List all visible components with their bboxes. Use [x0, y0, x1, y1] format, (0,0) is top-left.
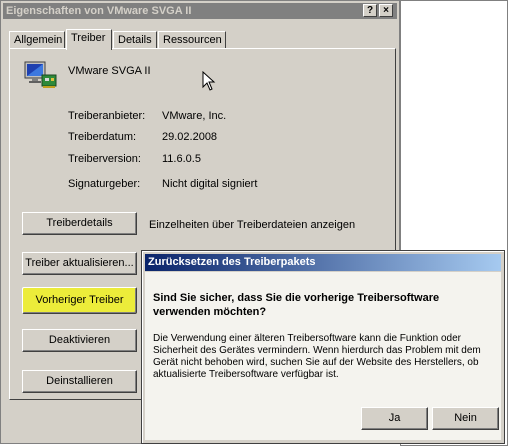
- monitor-icon: [24, 60, 58, 93]
- confirm-title: Zurücksetzen des Treiberpakets: [145, 254, 501, 271]
- uninstall-button[interactable]: Deinstallieren: [22, 370, 137, 393]
- disable-button[interactable]: Deaktivieren: [22, 329, 137, 352]
- signer-value: Nicht digital signiert: [162, 178, 258, 190]
- date-label: Treiberdatum:: [68, 131, 137, 143]
- update-driver-button[interactable]: Treiber aktualisieren...: [22, 252, 137, 275]
- version-value: 11.6.0.5: [162, 153, 201, 165]
- confirm-body-text: Die Verwendung einer älteren Treibersoft…: [153, 333, 481, 380]
- confirm-body-area: Sind Sie sicher, dass Sie die vorherige …: [145, 272, 501, 440]
- rollback-driver-button[interactable]: Vorheriger Treiber: [22, 287, 137, 314]
- help-button[interactable]: ?: [363, 4, 377, 17]
- driver-details-description: Einzelheiten über Treiberdateien anzeige…: [149, 219, 356, 231]
- driver-details-button[interactable]: Treiberdetails: [22, 212, 137, 235]
- mouse-cursor-icon: [202, 70, 216, 94]
- tab-treiber[interactable]: Treiber: [66, 29, 112, 50]
- titlebar: Eigenschaften von VMware SVGA II ? ×: [3, 3, 397, 19]
- date-value: 29.02.2008: [162, 131, 218, 143]
- window-title: Eigenschaften von VMware SVGA II: [6, 5, 192, 17]
- tab-allgemein[interactable]: Allgemein: [9, 31, 65, 49]
- no-button[interactable]: Nein: [432, 407, 499, 430]
- tab-ressourcen[interactable]: Ressourcen: [158, 31, 226, 49]
- tab-details[interactable]: Details: [113, 31, 157, 49]
- yes-button[interactable]: Ja: [361, 407, 428, 430]
- rollback-confirm-dialog: Zurücksetzen des Treiberpakets Sind Sie …: [141, 250, 505, 444]
- version-label: Treiberversion:: [68, 153, 141, 165]
- provider-label: Treiberanbieter:: [68, 110, 146, 122]
- confirm-question: Sind Sie sicher, dass Sie die vorherige …: [153, 292, 440, 318]
- provider-value: VMware, Inc.: [162, 110, 227, 122]
- signer-label: Signaturgeber:: [68, 178, 141, 190]
- close-button[interactable]: ×: [379, 4, 393, 17]
- device-name: VMware SVGA II: [68, 65, 151, 77]
